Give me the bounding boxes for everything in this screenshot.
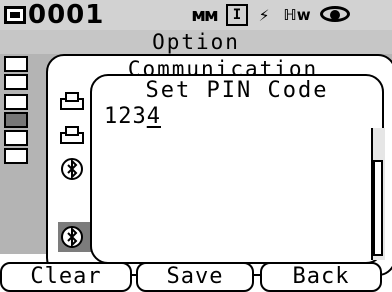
table-icon[interactable] <box>4 74 28 90</box>
softkey-bar: Clear Save Back <box>0 262 392 292</box>
save-button[interactable]: Save <box>136 262 254 292</box>
hw-icon: ℍᴡ <box>283 6 311 24</box>
status-icons: ᴍᴍ I ⚡ ℍᴡ <box>186 3 354 27</box>
scrollbar-thumb[interactable] <box>373 160 383 256</box>
pin-value-cursor-digit: 4 <box>146 104 161 129</box>
status-bar: 0001 ᴍᴍ I ⚡ ℍᴡ <box>0 0 392 30</box>
eye-icon <box>318 4 354 26</box>
keypad-icon[interactable] <box>4 148 28 164</box>
bluetooth-glyph <box>61 158 83 180</box>
printer-icon[interactable] <box>54 120 90 150</box>
measurement-mode-icon <box>4 6 26 24</box>
sample-number: 0001 <box>28 0 105 30</box>
printer-glyph <box>60 92 84 110</box>
option-title: Option <box>152 30 240 54</box>
bluetooth-icon[interactable] <box>54 154 90 184</box>
mask-icon: ᴍᴍ <box>191 4 218 26</box>
tools-icon[interactable] <box>4 130 28 146</box>
bluetooth-icon[interactable] <box>54 222 90 252</box>
communication-icon[interactable] <box>4 112 28 128</box>
sort-icon[interactable] <box>4 94 28 110</box>
list-icon[interactable] <box>4 56 28 72</box>
pin-value-prefix: 123 <box>104 104 147 129</box>
printer-glyph <box>60 126 84 144</box>
bar-icon: I <box>226 4 248 26</box>
back-button[interactable]: Back <box>260 262 382 292</box>
plug-icon: ⚡ <box>258 4 270 26</box>
clear-button[interactable]: Clear <box>0 262 132 292</box>
communication-list <box>54 80 94 270</box>
pin-dialog-title: Set PIN Code <box>145 78 329 103</box>
printer-icon[interactable] <box>54 86 90 116</box>
option-sidebar <box>0 52 34 172</box>
bluetooth-glyph <box>61 226 83 248</box>
pin-code-input[interactable]: 1234 <box>104 104 161 130</box>
screen: 0001 ᴍᴍ I ⚡ ℍᴡ Option Communication Set … <box>0 0 392 292</box>
